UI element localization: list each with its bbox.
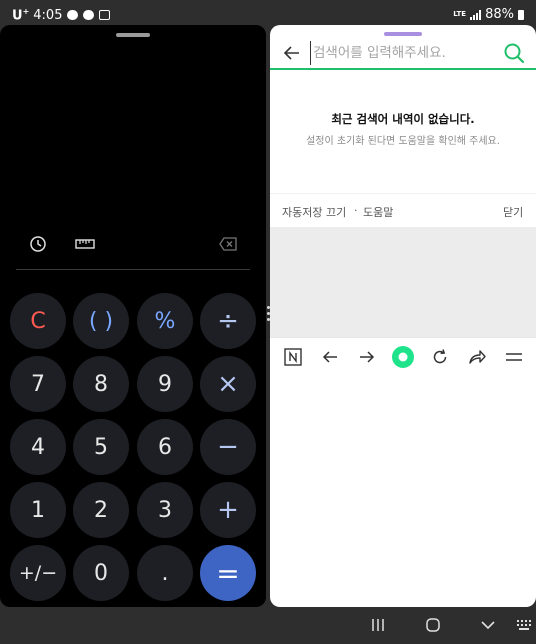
digit-9-button[interactable]: 9	[137, 356, 193, 412]
search-input[interactable]	[310, 41, 496, 65]
digit-0-button[interactable]: 0	[73, 545, 129, 601]
digit-1-button[interactable]: 1	[10, 482, 66, 538]
display-divider	[16, 269, 250, 270]
decimal-button[interactable]: .	[137, 545, 193, 601]
calculator-panel: C( )% ÷ 7 8 9 × 4 5 6− 1 2 3 + +/− 0. =	[0, 25, 266, 607]
multiply-button[interactable]: ×	[200, 356, 256, 412]
chat-notification-icon	[67, 10, 79, 21]
plus-button[interactable]: +	[200, 482, 256, 538]
carrier-label: U+	[12, 7, 29, 23]
app-notification-icon	[99, 10, 111, 21]
browser-panel: 최근 검색어 내역이 없습니다. 설정이 초기화 된다면 도움말을 확인해 주세…	[270, 25, 536, 607]
window-drag-handle[interactable]	[116, 33, 150, 37]
history-icon[interactable]	[24, 230, 52, 258]
search-bar	[270, 37, 536, 69]
digit-3-button[interactable]: 3	[137, 482, 193, 538]
minus-button[interactable]: −	[200, 419, 256, 475]
autosave-off-link[interactable]: 자동저장 끄기	[282, 204, 346, 220]
search-underline	[270, 68, 536, 70]
network-type: LTE	[453, 10, 467, 18]
message-notification-icon	[83, 10, 95, 21]
back-arrow-icon[interactable]	[282, 43, 302, 63]
menu-icon[interactable]	[503, 346, 525, 368]
battery-percent: 88%	[485, 7, 514, 22]
backspace-icon[interactable]	[214, 230, 242, 258]
browser-toolbar	[270, 337, 536, 375]
back-icon[interactable]	[319, 346, 341, 368]
signal-icon	[470, 9, 482, 20]
unit-converter-ruler-icon[interactable]	[71, 230, 99, 258]
equals-button[interactable]: =	[200, 545, 256, 601]
calculator-toolbar	[0, 230, 266, 258]
clock: 4:05	[33, 7, 63, 23]
sign-toggle-button[interactable]: +/−	[10, 545, 66, 601]
empty-history-title: 최근 검색어 내역이 없습니다.	[331, 112, 475, 126]
digit-2-button[interactable]: 2	[73, 482, 129, 538]
device-screen: U+ 4:05 LTE 88% C( )% ÷ 7 8 9 × 4 5 6 − …	[0, 0, 536, 644]
window-drag-handle[interactable]	[384, 32, 422, 36]
parentheses-button[interactable]: ( )	[73, 293, 129, 349]
divide-button[interactable]: ÷	[200, 293, 256, 349]
recent-apps-icon[interactable]	[370, 617, 388, 633]
content-area	[270, 227, 536, 337]
home-icon[interactable]	[425, 617, 443, 633]
hide-keyboard-icon[interactable]	[480, 617, 498, 633]
search-icon[interactable]	[502, 41, 526, 65]
green-dot-icon[interactable]	[392, 346, 414, 368]
percent-button[interactable]: %	[137, 293, 193, 349]
status-right: LTE 88%	[453, 7, 524, 22]
digit-7-button[interactable]: 7	[10, 356, 66, 412]
close-link[interactable]: 닫기	[503, 204, 523, 220]
keyboard-icon[interactable]	[516, 617, 534, 633]
status-bar: U+ 4:05 LTE 88%	[0, 0, 536, 28]
help-link[interactable]: 도움말	[363, 204, 393, 220]
clear-button[interactable]: C	[10, 293, 66, 349]
status-left: U+ 4:05	[12, 7, 111, 23]
naver-home-icon[interactable]	[282, 346, 304, 368]
system-navigation-bar	[0, 607, 536, 644]
digit-5-button[interactable]: 5	[73, 419, 129, 475]
digit-6-button[interactable]: 6	[137, 419, 193, 475]
empty-history-subtitle: 설정이 초기화 된다면 도움말을 확인해 주세요.	[306, 136, 500, 147]
carrier-sup: +	[22, 7, 30, 16]
battery-icon	[518, 9, 524, 20]
history-options-row: 자동저장 끄기 · 도움말 닫기	[270, 193, 536, 227]
separator-dot: ·	[354, 204, 358, 217]
digit-4-button[interactable]: 4	[10, 419, 66, 475]
forward-icon[interactable]	[356, 346, 378, 368]
share-icon[interactable]	[466, 346, 488, 368]
refresh-icon[interactable]	[429, 346, 451, 368]
digit-8-button[interactable]: 8	[73, 356, 129, 412]
carrier-text: U	[12, 8, 23, 24]
